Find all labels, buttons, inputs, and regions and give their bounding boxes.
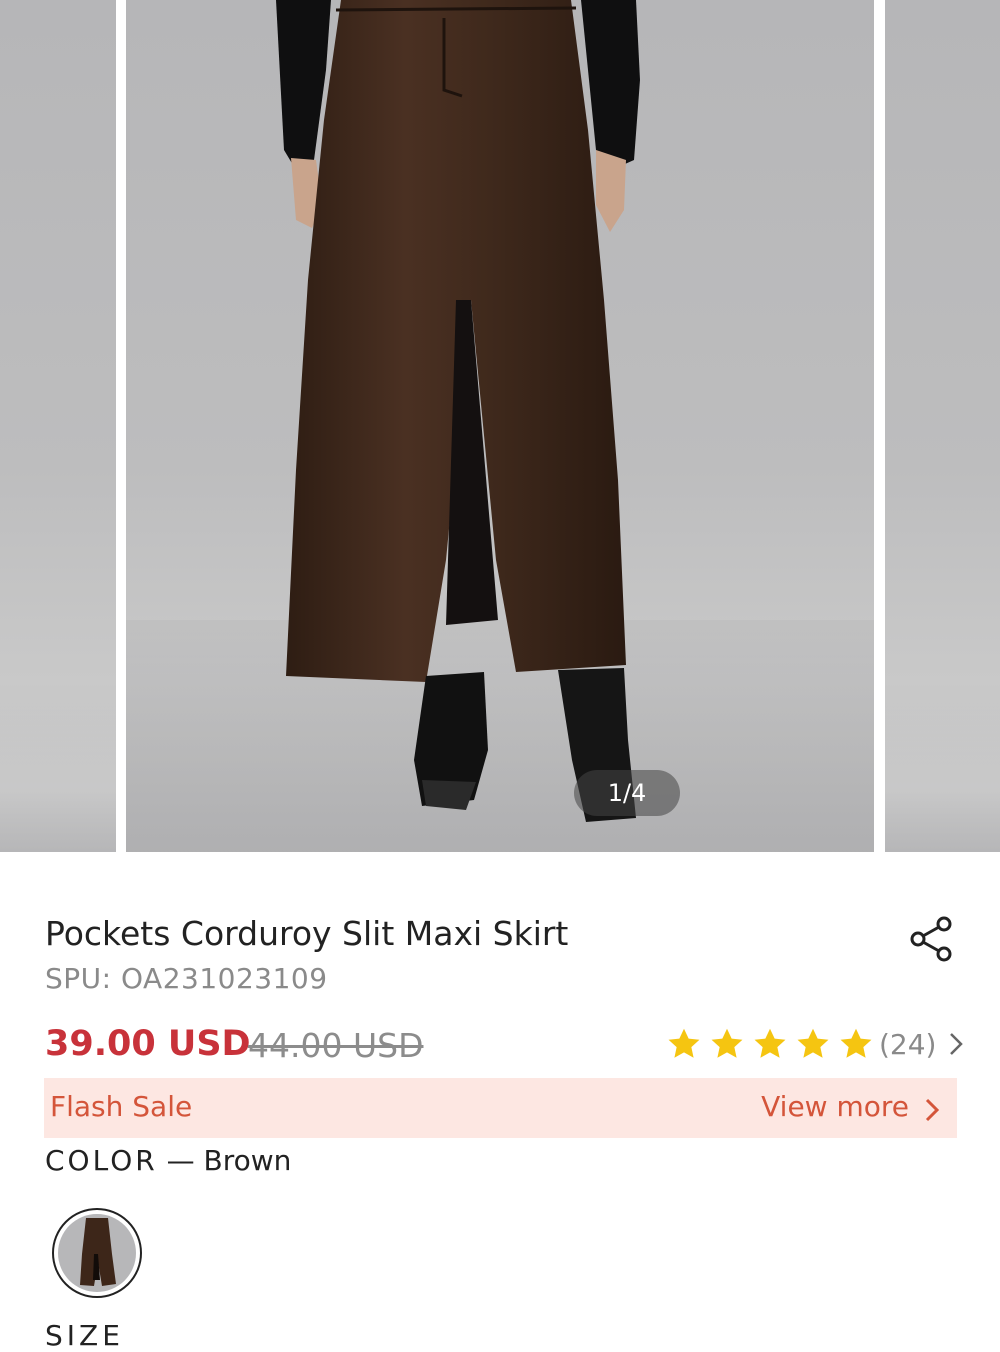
share-icon[interactable] [906, 914, 956, 964]
floor-shadow [885, 692, 1000, 852]
star-icon [668, 1028, 700, 1058]
original-price: 44.00 USD [248, 1026, 424, 1065]
sale-price: 39.00 USD [45, 1024, 251, 1064]
star-icon [840, 1028, 872, 1058]
product-title: Pockets Corduroy Slit Maxi Skirt [45, 914, 569, 953]
color-selection-label: COLOR — Brown [45, 1144, 291, 1177]
chevron-right-icon [950, 1033, 964, 1055]
view-more-link[interactable]: View more [761, 1090, 909, 1123]
flash-sale-banner[interactable]: Flash Sale View more [44, 1078, 957, 1138]
review-count: (24) [879, 1027, 937, 1061]
star-icon [754, 1028, 786, 1058]
product-spu: SPU: OA231023109 [45, 962, 328, 995]
star-icon [711, 1028, 743, 1058]
skirt-photo [126, 0, 874, 852]
gallery-prev-image[interactable] [0, 0, 116, 852]
gallery-main-image[interactable]: 1/4 [126, 0, 874, 852]
star-icon [797, 1028, 829, 1058]
rating-summary[interactable]: (24) [666, 1022, 966, 1066]
swatch-skirt-image [80, 1218, 116, 1286]
color-swatch-brown[interactable] [52, 1208, 142, 1298]
gallery-next-image[interactable] [885, 0, 1000, 852]
color-separator: — [166, 1144, 195, 1177]
flash-sale-label: Flash Sale [50, 1090, 193, 1123]
product-image-gallery[interactable]: 1/4 [0, 0, 1000, 852]
color-key: COLOR [45, 1144, 158, 1177]
color-value: Brown [203, 1144, 292, 1177]
image-counter: 1/4 [574, 770, 680, 816]
swatch-thumbnail [58, 1214, 136, 1292]
chevron-right-icon [925, 1098, 940, 1122]
floor-shadow [0, 692, 116, 852]
size-label: SIZE [45, 1319, 124, 1352]
